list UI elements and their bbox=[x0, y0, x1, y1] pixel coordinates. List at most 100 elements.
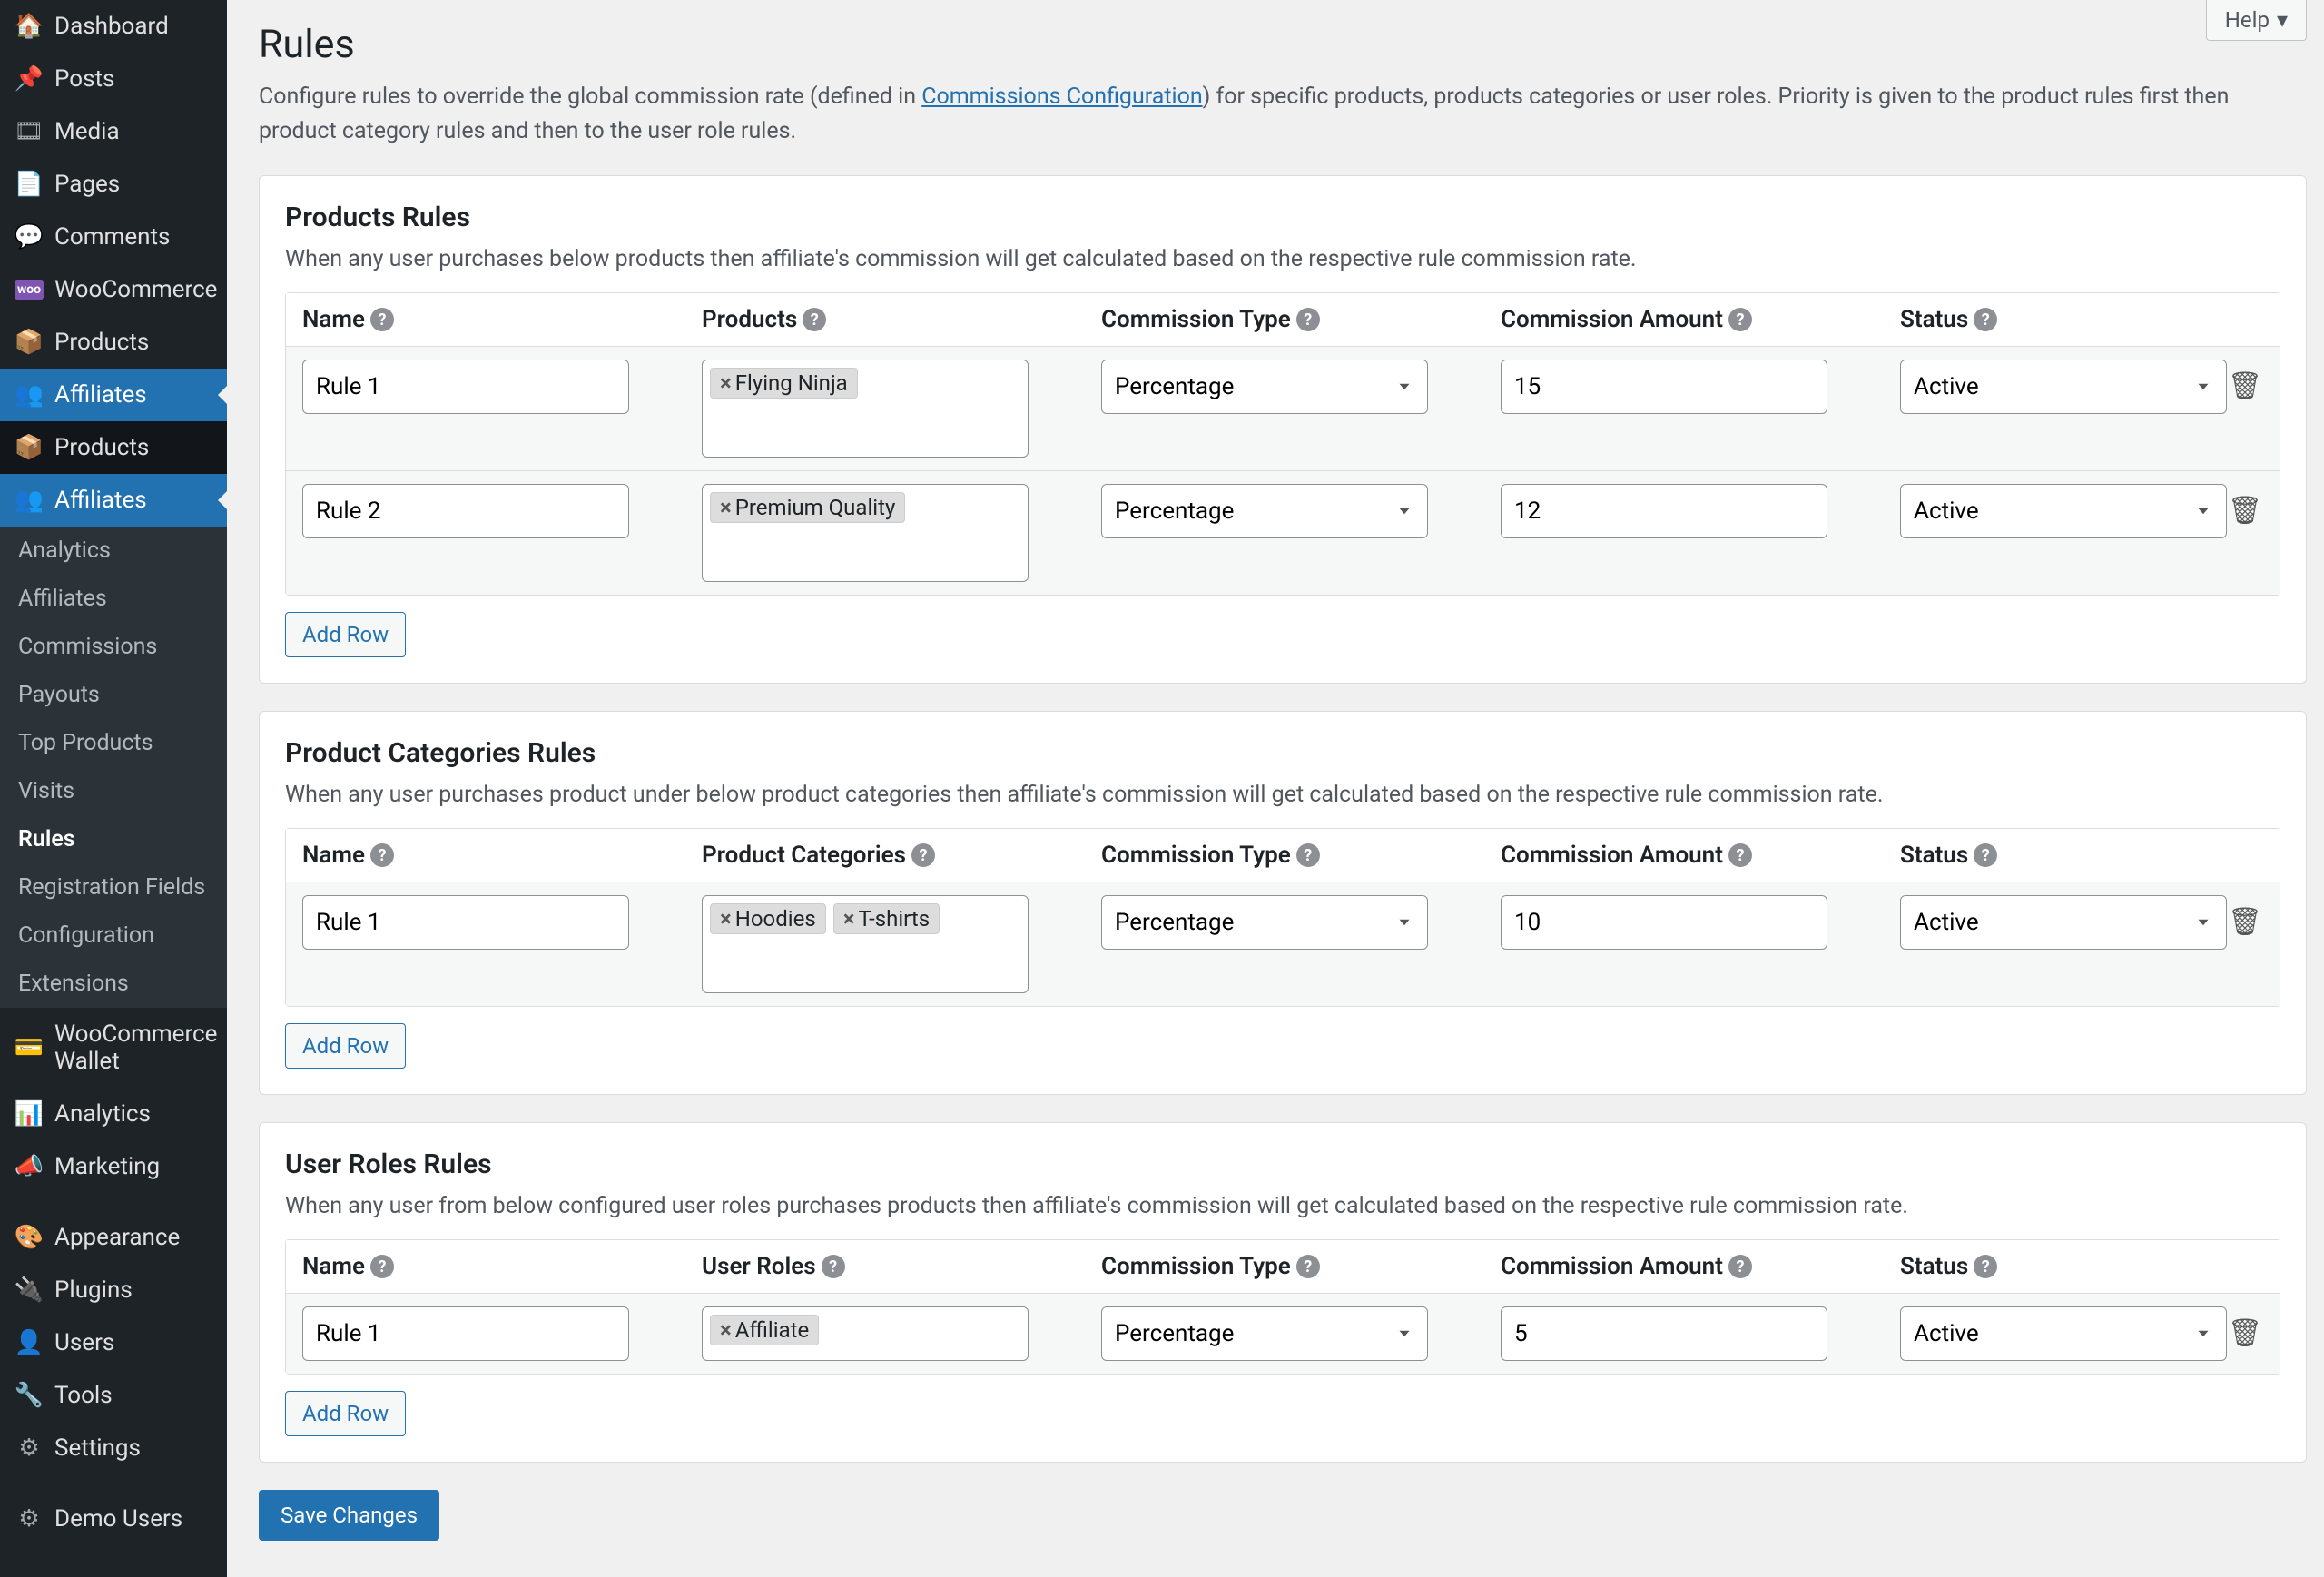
help-icon[interactable]: ? bbox=[1974, 308, 1997, 331]
products-tags-input[interactable]: ×Premium Quality bbox=[702, 484, 1029, 582]
add-row-button[interactable]: Add Row bbox=[285, 612, 406, 657]
sidebar-item-posts[interactable]: 📌Posts bbox=[0, 53, 227, 105]
tag: ×Premium Quality bbox=[710, 492, 905, 523]
commission-type-select[interactable]: Percentage bbox=[1101, 1306, 1428, 1361]
sidebar-item-pages[interactable]: 📄Pages bbox=[0, 158, 227, 211]
remove-tag-icon[interactable]: × bbox=[720, 1317, 732, 1343]
tag: ×T-shirts bbox=[833, 903, 940, 934]
sidebar-item-settings[interactable]: ⚙Settings bbox=[0, 1422, 227, 1474]
products-rules-table: Name? Products? Commission Type? Commiss… bbox=[285, 292, 2280, 596]
sidebar-item-products-2[interactable]: 📦Products bbox=[0, 421, 227, 474]
help-icon[interactable]: ? bbox=[370, 1255, 394, 1278]
rule-name-input[interactable] bbox=[302, 895, 629, 950]
sidebar-item-woocommerce[interactable]: wooWooCommerce bbox=[0, 263, 227, 316]
commissions-config-link[interactable]: Commissions Configuration bbox=[921, 84, 1202, 110]
help-icon[interactable]: ? bbox=[1728, 1255, 1752, 1278]
sidebar-item-marketing[interactable]: 📣Marketing bbox=[0, 1140, 227, 1193]
status-select[interactable]: Active bbox=[1900, 484, 2227, 538]
table-row: ×Affiliate Percentage Active 🗑 bbox=[286, 1294, 2280, 1374]
products-tags-input[interactable]: ×Flying Ninja bbox=[702, 360, 1029, 458]
sidebar-item-analytics[interactable]: 📊 Analytics bbox=[0, 1088, 227, 1140]
roles-tags-input[interactable]: ×Affiliate bbox=[702, 1306, 1029, 1361]
gear-icon: ⚙ bbox=[15, 1505, 44, 1533]
sidebar-item-affiliates[interactable]: 👥Affiliates bbox=[0, 369, 227, 421]
status-select[interactable]: Active bbox=[1900, 895, 2227, 950]
sidebar-item-affiliates-2[interactable]: 👥Affiliates bbox=[0, 474, 227, 527]
comment-icon: 💬 bbox=[15, 223, 44, 251]
remove-tag-icon[interactable]: × bbox=[720, 495, 732, 520]
rule-name-input[interactable] bbox=[302, 484, 629, 538]
commission-amount-input[interactable] bbox=[1501, 895, 1827, 950]
col-header-status: Status bbox=[1900, 306, 1968, 333]
sidebar-sub-top-products[interactable]: Top Products bbox=[0, 719, 227, 767]
chart-icon: 📊 bbox=[15, 1100, 44, 1128]
trash-icon[interactable]: 🗑 bbox=[2228, 495, 2262, 527]
status-select[interactable]: Active bbox=[1900, 1306, 2227, 1361]
help-icon[interactable]: ? bbox=[1296, 1255, 1320, 1278]
categories-tags-input[interactable]: ×Hoodies ×T-shirts bbox=[702, 895, 1029, 993]
save-changes-button[interactable]: Save Changes bbox=[259, 1490, 439, 1541]
trash-icon[interactable]: 🗑 bbox=[2228, 1317, 2262, 1349]
sidebar-sub-affiliates[interactable]: Affiliates bbox=[0, 575, 227, 623]
wrench-icon: 🔧 bbox=[15, 1382, 44, 1409]
sidebar-sub-analytics[interactable]: Analytics bbox=[0, 527, 227, 575]
sidebar-sub-extensions[interactable]: Extensions bbox=[0, 960, 227, 1008]
remove-tag-icon[interactable]: × bbox=[843, 906, 855, 931]
add-row-button[interactable]: Add Row bbox=[285, 1391, 406, 1436]
sidebar-item-tools[interactable]: 🔧Tools bbox=[0, 1369, 227, 1422]
help-icon[interactable]: ? bbox=[1728, 843, 1752, 867]
tag: ×Hoodies bbox=[710, 903, 826, 934]
help-icon[interactable]: ? bbox=[1974, 843, 1997, 867]
commission-amount-input[interactable] bbox=[1501, 1306, 1827, 1361]
trash-icon[interactable]: 🗑 bbox=[2228, 370, 2262, 402]
commission-amount-input[interactable] bbox=[1501, 360, 1827, 414]
remove-tag-icon[interactable]: × bbox=[720, 906, 732, 931]
sidebar-sub-configuration[interactable]: Configuration bbox=[0, 912, 227, 960]
help-icon[interactable]: ? bbox=[822, 1255, 845, 1278]
help-icon[interactable]: ? bbox=[370, 308, 394, 331]
remove-tag-icon[interactable]: × bbox=[720, 370, 732, 396]
table-row: ×Flying Ninja Percentage Active 🗑 bbox=[286, 347, 2280, 470]
sidebar-sub-visits[interactable]: Visits bbox=[0, 767, 227, 815]
sidebar-item-label: Affiliates bbox=[54, 487, 147, 514]
sidebar-sub-registration-fields[interactable]: Registration Fields bbox=[0, 863, 227, 912]
sidebar-item-appearance[interactable]: 🎨Appearance bbox=[0, 1211, 227, 1264]
add-row-button[interactable]: Add Row bbox=[285, 1023, 406, 1069]
commission-type-select[interactable]: Percentage bbox=[1101, 360, 1428, 414]
col-header-name: Name bbox=[302, 842, 365, 869]
help-icon[interactable]: ? bbox=[911, 843, 935, 867]
card-title: User Roles Rules bbox=[285, 1148, 2280, 1180]
col-header-type: Commission Type bbox=[1101, 842, 1291, 869]
trash-icon[interactable]: 🗑 bbox=[2228, 906, 2262, 938]
sidebar-item-label: WooCommerce bbox=[54, 276, 217, 303]
status-select[interactable]: Active bbox=[1900, 360, 2227, 414]
card-description: When any user purchases below products t… bbox=[285, 246, 2280, 272]
commission-type-select[interactable]: Percentage bbox=[1101, 484, 1428, 538]
table-row: ×Hoodies ×T-shirts Percentage Active 🗑 bbox=[286, 882, 2280, 1006]
sidebar-item-demo-users[interactable]: ⚙Demo Users bbox=[0, 1493, 227, 1545]
rule-name-input[interactable] bbox=[302, 360, 629, 414]
sidebar-sub-rules[interactable]: Rules bbox=[0, 815, 227, 863]
help-icon[interactable]: ? bbox=[803, 308, 826, 331]
sidebar-sub-commissions[interactable]: Commissions bbox=[0, 623, 227, 671]
help-toggle[interactable]: Help▾ bbox=[2206, 0, 2307, 41]
commission-type-select[interactable]: Percentage bbox=[1101, 895, 1428, 950]
help-icon[interactable]: ? bbox=[370, 843, 394, 867]
sidebar-item-media[interactable]: 🎞Media bbox=[0, 105, 227, 158]
help-icon[interactable]: ? bbox=[1974, 1255, 1997, 1278]
commission-amount-input[interactable] bbox=[1501, 484, 1827, 538]
sidebar-item-comments[interactable]: 💬Comments bbox=[0, 211, 227, 263]
user-roles-rules-card: User Roles Rules When any user from belo… bbox=[259, 1122, 2307, 1463]
sidebar-item-dashboard[interactable]: 🏠Dashboard bbox=[0, 0, 227, 53]
sidebar-sub-payouts[interactable]: Payouts bbox=[0, 671, 227, 719]
sidebar-item-plugins[interactable]: 🔌Plugins bbox=[0, 1264, 227, 1316]
sidebar-item-products[interactable]: 📦Products bbox=[0, 316, 227, 369]
rule-name-input[interactable] bbox=[302, 1306, 629, 1361]
help-icon[interactable]: ? bbox=[1728, 308, 1752, 331]
help-icon[interactable]: ? bbox=[1296, 308, 1320, 331]
sidebar-item-woo-wallet[interactable]: 💳WooCommerce Wallet bbox=[0, 1008, 227, 1088]
sidebar-item-users[interactable]: 👤Users bbox=[0, 1316, 227, 1369]
sidebar-item-label: Analytics bbox=[54, 1100, 151, 1128]
help-icon[interactable]: ? bbox=[1296, 843, 1320, 867]
products-rules-card: Products Rules When any user purchases b… bbox=[259, 175, 2307, 684]
